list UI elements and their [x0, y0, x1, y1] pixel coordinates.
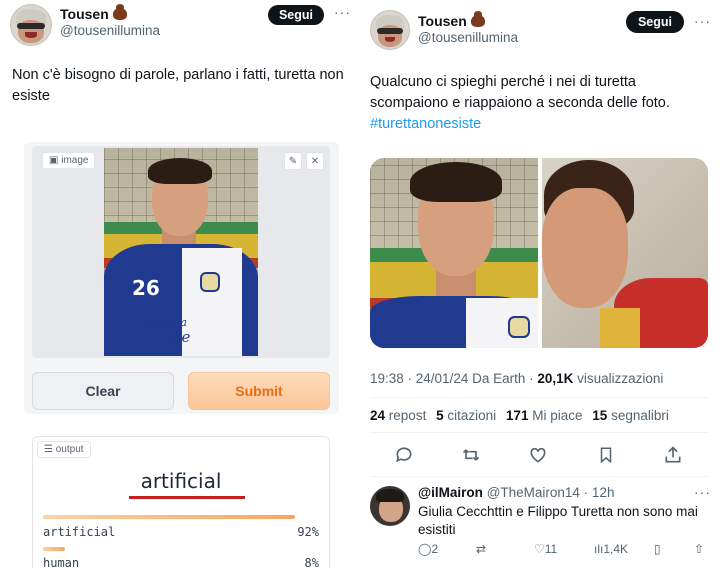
more-icon[interactable]: ··· — [334, 4, 351, 20]
author-handle[interactable]: @tousenillumina — [418, 30, 518, 45]
tweet-text: Qualcuno ci spieghi perché i nei di ture… — [370, 74, 670, 132]
team-badge-icon — [200, 272, 220, 292]
confidence-bar-artificial — [43, 515, 295, 519]
tweet-text: Non c'è bisogno di parole, parlano i fat… — [12, 67, 344, 104]
team-badge-icon — [508, 316, 530, 338]
tweet-stats: 24 repost 5 citazioni 171 Mi piace 15 se… — [370, 408, 669, 423]
close-icon[interactable]: ✕ — [306, 152, 324, 170]
image-label: ▣ image — [42, 152, 96, 169]
repost-count[interactable]: 24 — [370, 408, 385, 423]
author-handle[interactable]: @tousenillumina — [60, 23, 160, 38]
follow-button[interactable]: Segui — [268, 5, 324, 25]
reply-more-icon[interactable]: ··· — [694, 484, 711, 500]
reply-avatar[interactable] — [370, 486, 410, 526]
reply-text: Giulia Cecchttin e Filippo Turetta non s… — [418, 504, 698, 537]
poop-emoji-icon — [112, 4, 127, 20]
prediction-underline — [129, 496, 245, 499]
pencil-icon[interactable]: ✎ — [284, 152, 302, 170]
confidence-bar-human — [43, 547, 65, 551]
tweet-media-left[interactable] — [370, 158, 538, 348]
share-icon[interactable] — [660, 442, 686, 468]
author-avatar[interactable] — [10, 4, 52, 46]
left-tweet-panel: Tousen @tousenillumina Segui ··· Non c'è… — [0, 0, 358, 568]
gradio-input-card: ▣ image 26 Toscana Village ✎ ✕ Clear Sub… — [24, 142, 339, 414]
like-count[interactable]: 171 — [506, 408, 529, 423]
image-input[interactable]: ▣ image 26 Toscana Village ✎ ✕ — [32, 146, 330, 358]
right-tweet-panel: Tousen @tousenillumina Segui ··· Qualcun… — [358, 0, 720, 568]
reply-header: @ilMairon @TheMairon14 · 12h — [418, 485, 614, 500]
confidence-label-human: human — [43, 556, 80, 568]
bookmark-icon[interactable] — [593, 442, 619, 468]
more-icon[interactable]: ··· — [694, 13, 711, 29]
confidence-value-artificial: 92% — [297, 525, 319, 539]
quote-count[interactable]: 5 — [436, 408, 444, 423]
retweet-icon[interactable] — [458, 442, 484, 468]
output-label: ☰ output — [37, 441, 91, 458]
confidence-label-artificial: artificial — [43, 525, 116, 539]
reply-views-icon[interactable]: ılı 1,4K — [594, 542, 628, 556]
gradio-output-card: ☰ output artificial artificial 92% human… — [32, 436, 330, 568]
author-name[interactable]: Tousen — [418, 11, 485, 29]
tweet-actions — [358, 442, 720, 468]
uploaded-photo: 26 Toscana Village — [104, 148, 258, 356]
reply-share-icon[interactable]: ⇧ — [694, 542, 704, 556]
reply-retweet-icon[interactable]: ⇄ — [476, 542, 486, 556]
reply-icon[interactable] — [391, 442, 417, 468]
tweet-media-right[interactable] — [542, 158, 708, 348]
views-count: 20,1K — [537, 371, 574, 386]
follow-button[interactable]: Segui — [626, 11, 684, 33]
reply-like-icon[interactable]: ♡ 11 — [534, 542, 557, 556]
author-avatar[interactable] — [370, 10, 410, 50]
tweet-meta: 19:38 · 24/01/24 Da Earth · 20,1K visual… — [370, 371, 664, 386]
sponsor-line2: Village — [138, 328, 191, 346]
hashtag-link[interactable]: #turettanonesiste — [370, 116, 481, 132]
reply-actions: ◯ 2 ⇄ ♡ 11 ılı 1,4K ▯ ⇧ — [418, 542, 718, 560]
reply-reply-icon[interactable]: ◯ 2 — [418, 542, 438, 556]
bookmark-count[interactable]: 15 — [592, 408, 607, 423]
author-name[interactable]: Tousen — [60, 4, 127, 22]
confidence-value-human: 8% — [304, 556, 319, 568]
reply-author-name[interactable]: @ilMairon — [418, 485, 483, 500]
jersey-number: 26 — [132, 276, 160, 300]
clear-button[interactable]: Clear — [32, 372, 174, 410]
reply-bookmark-icon[interactable]: ▯ — [654, 542, 661, 556]
reply-author-handle[interactable]: @TheMairon14 · 12h — [487, 485, 615, 500]
poop-emoji-icon — [470, 11, 485, 27]
like-icon[interactable] — [525, 442, 551, 468]
prediction-label: artificial — [140, 469, 222, 493]
submit-button[interactable]: Submit — [188, 372, 330, 410]
